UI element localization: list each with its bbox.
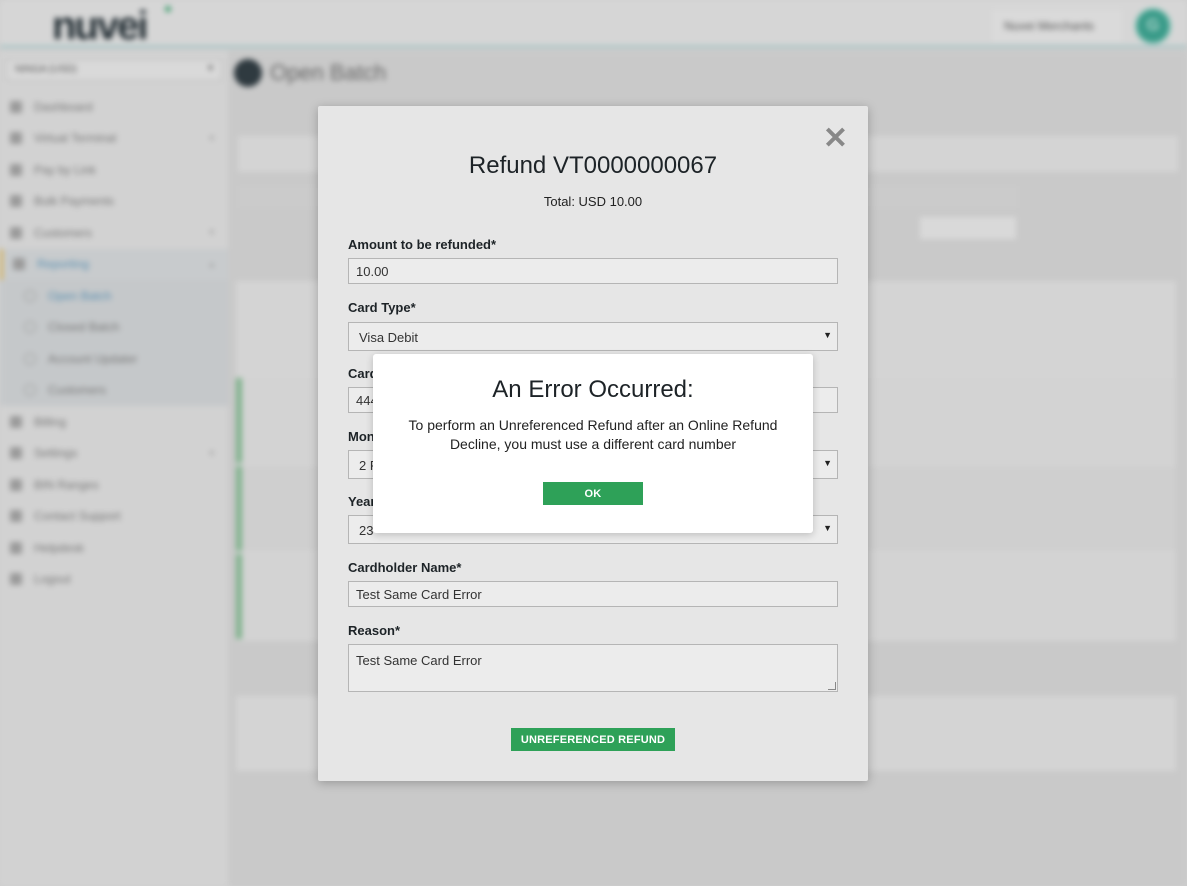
account-selector[interactable]: NINGA (USD) ▾ bbox=[6, 59, 222, 81]
resize-grip-icon[interactable] bbox=[828, 682, 836, 690]
dropdown-arrow-icon: ▼ bbox=[823, 330, 832, 340]
year-value: 23 bbox=[359, 523, 374, 538]
sidebar-item-label: Bulk Payments bbox=[34, 194, 115, 209]
sidebar-item-label: Logout bbox=[34, 572, 71, 587]
chevron-down-icon: ▾ bbox=[207, 63, 213, 74]
card-type-select[interactable]: Visa Debit ▼ bbox=[348, 322, 838, 351]
sidebar-item-reporting-customers[interactable]: Customers bbox=[0, 374, 228, 406]
sidebar-item-contact-support[interactable]: Contact Support bbox=[0, 501, 228, 533]
link-icon bbox=[10, 163, 22, 176]
nuvei-logo: nuvei bbox=[52, 4, 148, 48]
customers-report-icon bbox=[24, 384, 36, 397]
sidebar-item-bulk-payments[interactable]: Bulk Payments bbox=[0, 186, 228, 218]
unreferenced-refund-button[interactable]: UNREFERENCED REFUND bbox=[511, 728, 675, 751]
page-icon bbox=[234, 59, 262, 87]
search-button[interactable] bbox=[920, 217, 1016, 239]
card-type-value: Visa Debit bbox=[359, 330, 419, 345]
account-updater-icon bbox=[24, 352, 36, 365]
sidebar-item-label: Account Updater bbox=[48, 351, 138, 366]
reason-label: Reason* bbox=[348, 623, 401, 638]
sidebar-item-reporting[interactable]: Reporting ▴ bbox=[0, 248, 228, 280]
sidebar-item-dashboard[interactable]: Dashboard bbox=[0, 91, 228, 123]
sidebar-item-pay-by-link[interactable]: Pay by Link bbox=[0, 154, 228, 186]
account-selector-label: NINGA (USD) bbox=[15, 64, 77, 75]
cardholder-label: Cardholder Name* bbox=[348, 560, 462, 575]
closed-batch-icon bbox=[24, 321, 36, 334]
sidebar-item-logout[interactable]: Logout bbox=[0, 564, 228, 596]
sidebar-item-label: Pay by Link bbox=[34, 162, 97, 177]
page-header: Open Batch bbox=[234, 59, 386, 87]
terminal-icon bbox=[10, 132, 22, 145]
sidebar-item-bin-ranges[interactable]: BIN Ranges bbox=[0, 469, 228, 501]
sidebar-item-billing[interactable]: Billing bbox=[0, 406, 228, 438]
cardholder-field[interactable]: Test Same Card Error bbox=[348, 581, 838, 607]
sidebar-item-label: Customers bbox=[34, 225, 93, 240]
dashboard-icon bbox=[10, 100, 22, 113]
sidebar-item-label: Customers bbox=[48, 383, 107, 398]
chevron-up-icon: ▴ bbox=[209, 258, 214, 269]
sidebar-item-helpdesk[interactable]: Helpdesk bbox=[0, 532, 228, 564]
sidebar-item-label: Billing bbox=[34, 414, 67, 429]
dropdown-arrow-icon: ▼ bbox=[823, 523, 832, 533]
sidebar-item-label: Dashboard bbox=[34, 99, 93, 114]
merchant-selector[interactable]: Nuvei Merchants bbox=[992, 10, 1122, 42]
bin-icon bbox=[10, 478, 22, 491]
amount-label: Amount to be refunded* bbox=[348, 237, 497, 252]
sidebar-item-closed-batch[interactable]: Closed Batch bbox=[0, 311, 228, 343]
support-icon bbox=[10, 510, 22, 523]
refund-modal-title: Refund VT0000000067 bbox=[468, 152, 718, 179]
chevron-down-icon: ▾ bbox=[209, 227, 214, 238]
chevron-down-icon: ▾ bbox=[209, 132, 214, 143]
page-title: Open Batch bbox=[270, 60, 387, 85]
customers-icon bbox=[10, 226, 22, 239]
error-dialog: An Error Occurred: To perform an Unrefer… bbox=[373, 354, 813, 533]
sidebar-item-label: Virtual Terminal bbox=[34, 131, 117, 146]
reason-field[interactable]: Test Same Card Error bbox=[348, 644, 838, 692]
open-batch-icon bbox=[24, 289, 36, 302]
error-message: To perform an Unreferenced Refund after … bbox=[408, 417, 778, 452]
bulk-icon bbox=[10, 195, 22, 208]
ok-button[interactable]: OK bbox=[543, 482, 643, 505]
billing-icon bbox=[10, 415, 22, 428]
reporting-icon bbox=[13, 258, 25, 271]
chevron-down-icon: ▾ bbox=[209, 447, 214, 458]
sidebar-item-label: Helpdesk bbox=[34, 540, 85, 555]
logo-dot-icon bbox=[165, 6, 171, 12]
sidebar: NINGA (USD) ▾ Dashboard Virtual Terminal… bbox=[0, 51, 228, 886]
top-bar: nuvei Nuvei Merchants G bbox=[0, 0, 1187, 48]
year-label: Year bbox=[348, 494, 376, 509]
sidebar-item-settings[interactable]: Settings ▾ bbox=[0, 438, 228, 470]
sidebar-item-label: Reporting bbox=[37, 257, 90, 272]
sidebar-item-label: Contact Support bbox=[34, 509, 121, 524]
sidebar-item-virtual-terminal[interactable]: Virtual Terminal ▾ bbox=[0, 123, 228, 155]
avatar[interactable]: G bbox=[1135, 8, 1171, 44]
logout-icon bbox=[10, 573, 22, 586]
sidebar-item-label: Settings bbox=[34, 446, 78, 461]
error-title: An Error Occurred: bbox=[492, 376, 694, 403]
dropdown-arrow-icon: ▼ bbox=[823, 458, 832, 468]
sidebar-item-open-batch[interactable]: Open Batch bbox=[0, 280, 228, 312]
refund-total: Total: USD 10.00 bbox=[543, 194, 643, 209]
sidebar-item-customers[interactable]: Customers ▾ bbox=[0, 217, 228, 249]
month-label: Mon bbox=[348, 429, 375, 444]
card-type-label: Card Type* bbox=[348, 300, 416, 315]
sidebar-item-label: BIN Ranges bbox=[34, 477, 99, 492]
amount-field[interactable]: 10.00 bbox=[348, 258, 838, 284]
sidebar-item-label: Closed Batch bbox=[48, 320, 120, 335]
sidebar-item-account-updater[interactable]: Account Updater bbox=[0, 343, 228, 375]
gear-icon bbox=[10, 447, 22, 460]
reason-value: Test Same Card Error bbox=[356, 653, 482, 668]
close-icon[interactable]: ✕ bbox=[823, 124, 848, 154]
sidebar-item-label: Open Batch bbox=[48, 288, 112, 303]
help-icon bbox=[10, 541, 22, 554]
